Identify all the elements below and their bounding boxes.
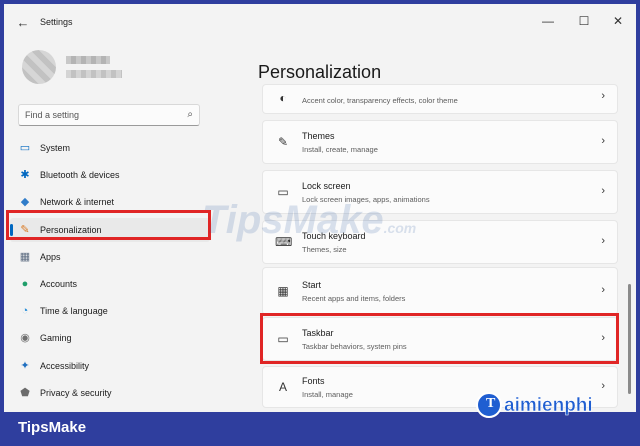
settings-card-subtitle: Accent color, transparency effects, colo… (302, 96, 458, 105)
settings-card-subtitle: Recent apps and items, folders (302, 294, 406, 303)
chevron-right-icon: › (601, 185, 605, 197)
sidebar-item[interactable]: ◉ Gaming (10, 326, 210, 350)
taskbar-highlight-box (260, 313, 619, 364)
settings-card-title: Themes (302, 131, 335, 141)
settings-card-icon: ▦ (277, 284, 289, 298)
maximize-button[interactable]: ☐ (572, 10, 596, 32)
sidebar-item[interactable]: ◔ Time & language (10, 299, 210, 323)
sidebar-item-label: Accounts (40, 279, 78, 289)
profile-email-blurred (66, 70, 122, 78)
app-title: Settings (40, 17, 73, 27)
chevron-right-icon: › (601, 380, 605, 392)
settings-card-icon: ✎ (277, 135, 289, 149)
taimienphi-logo-icon: T (476, 392, 502, 418)
sidebar-item-icon: ▭ (19, 142, 31, 154)
sidebar-item[interactable]: ▦ Apps (10, 245, 210, 269)
page-title: Personalization (258, 62, 382, 82)
sidebar-item[interactable]: ⬟ Privacy & security (10, 381, 210, 405)
sidebar-item-icon: ◆ (20, 196, 30, 209)
settings-card-icon: ◐ (279, 91, 287, 105)
settings-card[interactable]: ◐ Accent color, transparency effects, col… (262, 84, 618, 114)
search-icon[interactable]: ⌕ (187, 109, 193, 120)
sidebar-item-icon: ◉ (20, 332, 30, 345)
sidebar-item[interactable]: ✦ Accessibility (10, 354, 210, 378)
chevron-right-icon: › (601, 135, 605, 147)
settings-card-title: Start (302, 280, 322, 290)
settings-card-title: Fonts (302, 376, 325, 386)
settings-card-subtitle: Themes, size (302, 245, 347, 254)
settings-card-title: Lock screen (302, 181, 351, 191)
sidebar-item-icon: ✱ (20, 169, 30, 182)
scrollbar-thumb[interactable] (628, 284, 631, 394)
personalization-highlight-box (6, 210, 211, 240)
sidebar-item-label: Accessibility (40, 360, 90, 371)
sidebar-item-label: Bluetooth & devices (40, 170, 120, 181)
sidebar-item-label: Privacy & security (40, 387, 112, 398)
sidebar-item[interactable]: ● Accounts (10, 272, 210, 296)
settings-card-icon: A (278, 380, 287, 394)
title-bar: ← Settings — ☐ ✕ (4, 4, 636, 40)
logo-letter: T (486, 396, 496, 411)
settings-card-subtitle: Install, create, manage (302, 145, 378, 154)
sidebar-item-label: System (40, 143, 71, 153)
chevron-right-icon: › (601, 284, 605, 296)
sidebar-item-icon: ✦ (20, 359, 30, 372)
minimize-button[interactable]: — (536, 10, 560, 32)
settings-window: ← Settings — ☐ ✕ ⌕ ▭ System ✱ Bluetooth & d… (4, 4, 636, 412)
footer-brand: TipsMake (18, 419, 87, 436)
settings-card-icon: ▭ (277, 185, 289, 199)
settings-card[interactable]: ▦ Start Recent apps and items, folders › (262, 267, 618, 315)
back-button[interactable]: ← (14, 14, 32, 32)
close-button[interactable]: ✕ (606, 10, 630, 32)
taimienphi-logo-text: aimienphi (504, 395, 593, 417)
chevron-right-icon: › (601, 90, 605, 102)
settings-card-subtitle: Install, manage (302, 390, 353, 399)
search-box[interactable]: ⌕ (18, 104, 200, 126)
sidebar-item-label: Apps (40, 251, 61, 262)
sidebar-item-icon: ▦ (19, 250, 31, 263)
profile-name-blurred (66, 56, 110, 64)
sidebar-item-icon: ● (21, 278, 29, 290)
sidebar-item-icon: ⬟ (20, 386, 30, 399)
sidebar-item[interactable]: ✱ Bluetooth & devices (10, 163, 210, 187)
settings-card-title: Touch keyboard (302, 231, 366, 241)
chevron-right-icon: › (601, 235, 605, 247)
settings-card[interactable]: ⌨ Touch keyboard Themes, size › (262, 220, 618, 264)
settings-card[interactable]: ✎ Themes Install, create, manage › (262, 120, 618, 164)
scrollbar[interactable] (628, 108, 631, 398)
sidebar-item-label: Gaming (40, 333, 72, 344)
settings-card[interactable]: ▭ Lock screen Lock screen images, apps, an… (262, 170, 618, 214)
sidebar-item-icon: ◔ (21, 305, 29, 318)
avatar[interactable] (22, 50, 56, 84)
sidebar-item[interactable]: ▭ System (10, 136, 210, 160)
settings-card-icon: ⌨ (275, 235, 293, 249)
sidebar-item-label: Time & language (40, 306, 108, 317)
footer-bar: TipsMake (0, 412, 640, 446)
settings-card-subtitle: Lock screen images, apps, animations (302, 195, 430, 204)
search-input[interactable] (25, 108, 175, 122)
sidebar-item-label: Network & internet (40, 197, 115, 208)
